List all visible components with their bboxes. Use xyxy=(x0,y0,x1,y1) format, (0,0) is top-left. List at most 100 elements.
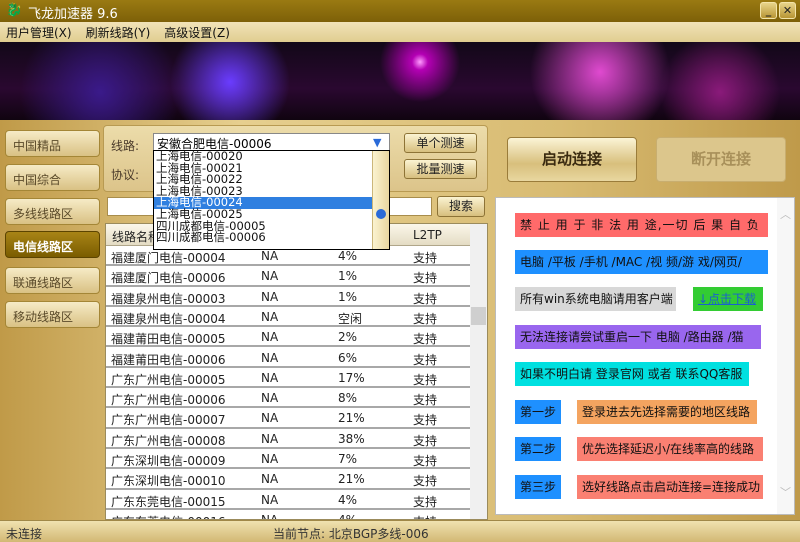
route-name-cell: 广东深圳电信-00009 xyxy=(111,452,226,469)
devices-notice: 电脑 /平板 /手机 /MAC /视 频/游 戏/网页/ xyxy=(515,250,768,274)
latency-cell: NA xyxy=(261,290,278,304)
route-name-cell: 广东广州电信-00006 xyxy=(111,391,226,408)
table-scrollbar[interactable] xyxy=(470,224,487,520)
download-link[interactable]: ↓点击下载 xyxy=(693,287,763,311)
table-row[interactable]: 福建泉州电信-00004NA空闲支持 xyxy=(106,307,471,327)
table-row[interactable]: 福建泉州电信-00003NA1%支持 xyxy=(106,287,471,307)
table-row[interactable]: 福建莆田电信-00005 NA 2% 支持 xyxy=(106,327,471,347)
window-title: 飞龙加速器 9.6 xyxy=(28,3,118,22)
menu-advanced-settings[interactable]: 高级设置(Z) xyxy=(164,24,230,41)
route-name-cell: 广东广州电信-00005 xyxy=(111,371,226,388)
table-row[interactable]: 广东广州电信-00006NA8%支持 xyxy=(106,388,471,408)
route-name-cell: 福建泉州电信-00003 xyxy=(111,290,226,307)
sidebar-item-telecom[interactable]: 电信线路区 xyxy=(5,231,100,258)
connection-status: 未连接 xyxy=(6,525,42,542)
load-cell: 7% xyxy=(338,452,357,466)
latency-cell: NA xyxy=(261,411,278,425)
scroll-thumb[interactable] xyxy=(471,307,486,325)
l2tp-cell: 支持 xyxy=(413,411,437,428)
table-row[interactable]: 福建厦门电信-00006NA1%支持 xyxy=(106,266,471,286)
table-row[interactable]: 广东广州电信-00007NA21%支持 xyxy=(106,408,471,428)
col-l2tp[interactable]: L2TP xyxy=(413,228,442,242)
sidebar-item-unicom[interactable]: 联通线路区 xyxy=(5,267,100,294)
l2tp-cell: 支持 xyxy=(413,330,437,347)
table-row[interactable]: 广东广州电信-00005NA17%支持 xyxy=(106,368,471,388)
dropdown-item[interactable]: 四川成都电信-00006 xyxy=(154,232,372,244)
protocol-label: 协议: xyxy=(111,166,139,183)
table-row[interactable]: 福建莆田电信-00006NA6%支持 xyxy=(106,348,471,368)
help-notice: 如果不明白请 登录官网 或者 联系QQ客服 xyxy=(515,362,749,386)
batch-speed-test-button[interactable]: 批量测速 xyxy=(404,159,477,179)
latency-cell: NA xyxy=(261,513,278,520)
load-cell: 4% xyxy=(338,513,357,520)
chevron-down-icon[interactable]: ▼ xyxy=(373,136,387,148)
status-bar: 未连接 当前节点: 北京BGP多线-006 xyxy=(0,520,800,542)
table-row[interactable]: 广东深圳电信-00010NA21%支持 xyxy=(106,469,471,489)
sidebar-item-china-general[interactable]: 中国综合 xyxy=(5,164,100,191)
latency-cell: NA xyxy=(261,249,278,263)
l2tp-cell: 支持 xyxy=(413,493,437,510)
step3-text: 选好线路点击启动连接=连接成功 xyxy=(577,475,763,499)
latency-cell: NA xyxy=(261,432,278,446)
single-speed-test-button[interactable]: 单个测速 xyxy=(404,133,477,153)
menu-user-management[interactable]: 用户管理(X) xyxy=(6,24,72,41)
l2tp-cell: 支持 xyxy=(413,513,437,520)
minimize-button[interactable]: _ xyxy=(760,2,777,19)
route-name-cell: 福建厦门电信-00006 xyxy=(111,269,226,286)
connect-button[interactable]: 启动连接 xyxy=(507,137,637,182)
scroll-thumb[interactable] xyxy=(376,209,386,219)
load-cell: 8% xyxy=(338,391,357,405)
load-cell: 1% xyxy=(338,290,357,304)
dragon-logo-icon: 🐉 xyxy=(6,3,22,17)
disconnect-button[interactable]: 断开连接 xyxy=(656,137,786,182)
route-table: 线路名称 L2TP 福建厦门电信-00004NA4%支持福建厦门电信-00006… xyxy=(105,223,488,520)
scroll-down-icon[interactable]: ﹀ xyxy=(777,484,794,500)
route-dropdown-list[interactable]: 上海电信-00020 上海电信-00021 上海电信-00022 上海电信-00… xyxy=(153,150,390,250)
latency-cell: NA xyxy=(261,493,278,507)
load-cell: 1% xyxy=(338,269,357,283)
l2tp-cell: 支持 xyxy=(413,452,437,469)
latency-cell: NA xyxy=(261,330,278,344)
step3-label: 第三步 xyxy=(515,475,561,499)
load-cell: 4% xyxy=(338,493,357,507)
menu-refresh-routes[interactable]: 刷新线路(Y) xyxy=(86,24,151,41)
latency-cell: NA xyxy=(261,351,278,365)
load-cell: 空闲 xyxy=(338,310,362,327)
info-scrollbar[interactable]: ︿ ﹀ xyxy=(777,198,794,514)
sidebar-item-mobile[interactable]: 移动线路区 xyxy=(5,301,100,328)
load-cell: 2% xyxy=(338,330,357,344)
current-node: 当前节点: 北京BGP多线-006 xyxy=(273,525,429,542)
table-row[interactable]: 广东广州电信-00008NA38%支持 xyxy=(106,429,471,449)
route-name-cell: 广东东莞电信-00016 xyxy=(111,513,226,520)
route-name-cell: 广东广州电信-00008 xyxy=(111,432,226,449)
l2tp-cell: 支持 xyxy=(413,371,437,388)
route-name-cell: 福建泉州电信-00004 xyxy=(111,310,226,327)
sidebar-item-china-premium[interactable]: 中国精品 xyxy=(5,130,100,157)
route-name-cell: 广东广州电信-00007 xyxy=(111,411,226,428)
route-name-cell: 福建厦门电信-00004 xyxy=(111,249,226,266)
latency-cell: NA xyxy=(261,269,278,283)
load-cell: 6% xyxy=(338,351,357,365)
scroll-up-icon[interactable]: ︿ xyxy=(777,206,794,222)
route-name-cell: 广东深圳电信-00010 xyxy=(111,472,226,489)
table-row[interactable]: 广东东莞电信-00016 NA 4% 支持 xyxy=(106,510,471,520)
load-cell: 4% xyxy=(338,249,357,263)
latency-cell: NA xyxy=(261,472,278,486)
table-row[interactable]: 广东深圳电信-00009NA7%支持 xyxy=(106,449,471,469)
load-cell: 17% xyxy=(338,371,365,385)
load-cell: 38% xyxy=(338,432,365,446)
table-row[interactable]: 广东东莞电信-00015NA4%支持 xyxy=(106,490,471,510)
l2tp-cell: 支持 xyxy=(413,391,437,408)
search-button[interactable]: 搜索 xyxy=(437,196,485,217)
step1-text: 登录进去先选择需要的地区线路 xyxy=(577,400,757,424)
l2tp-cell: 支持 xyxy=(413,310,437,327)
restart-notice: 无法连接请尝试重启一下 电脑 /路由器 /猫 xyxy=(515,325,761,349)
close-button[interactable]: ✕ xyxy=(779,2,796,19)
banner-image xyxy=(0,42,800,120)
route-name-cell: 福建莆田电信-00005 xyxy=(111,330,226,347)
l2tp-cell: 支持 xyxy=(413,249,437,266)
sidebar-item-multiline[interactable]: 多线线路区 xyxy=(5,198,100,225)
info-panel: 禁 止 用 于 非 法 用 途,一切 后 果 自 负 电脑 /平板 /手机 /M… xyxy=(495,197,795,515)
route-label: 线路: xyxy=(111,137,139,154)
dropdown-scrollbar[interactable] xyxy=(372,151,389,249)
